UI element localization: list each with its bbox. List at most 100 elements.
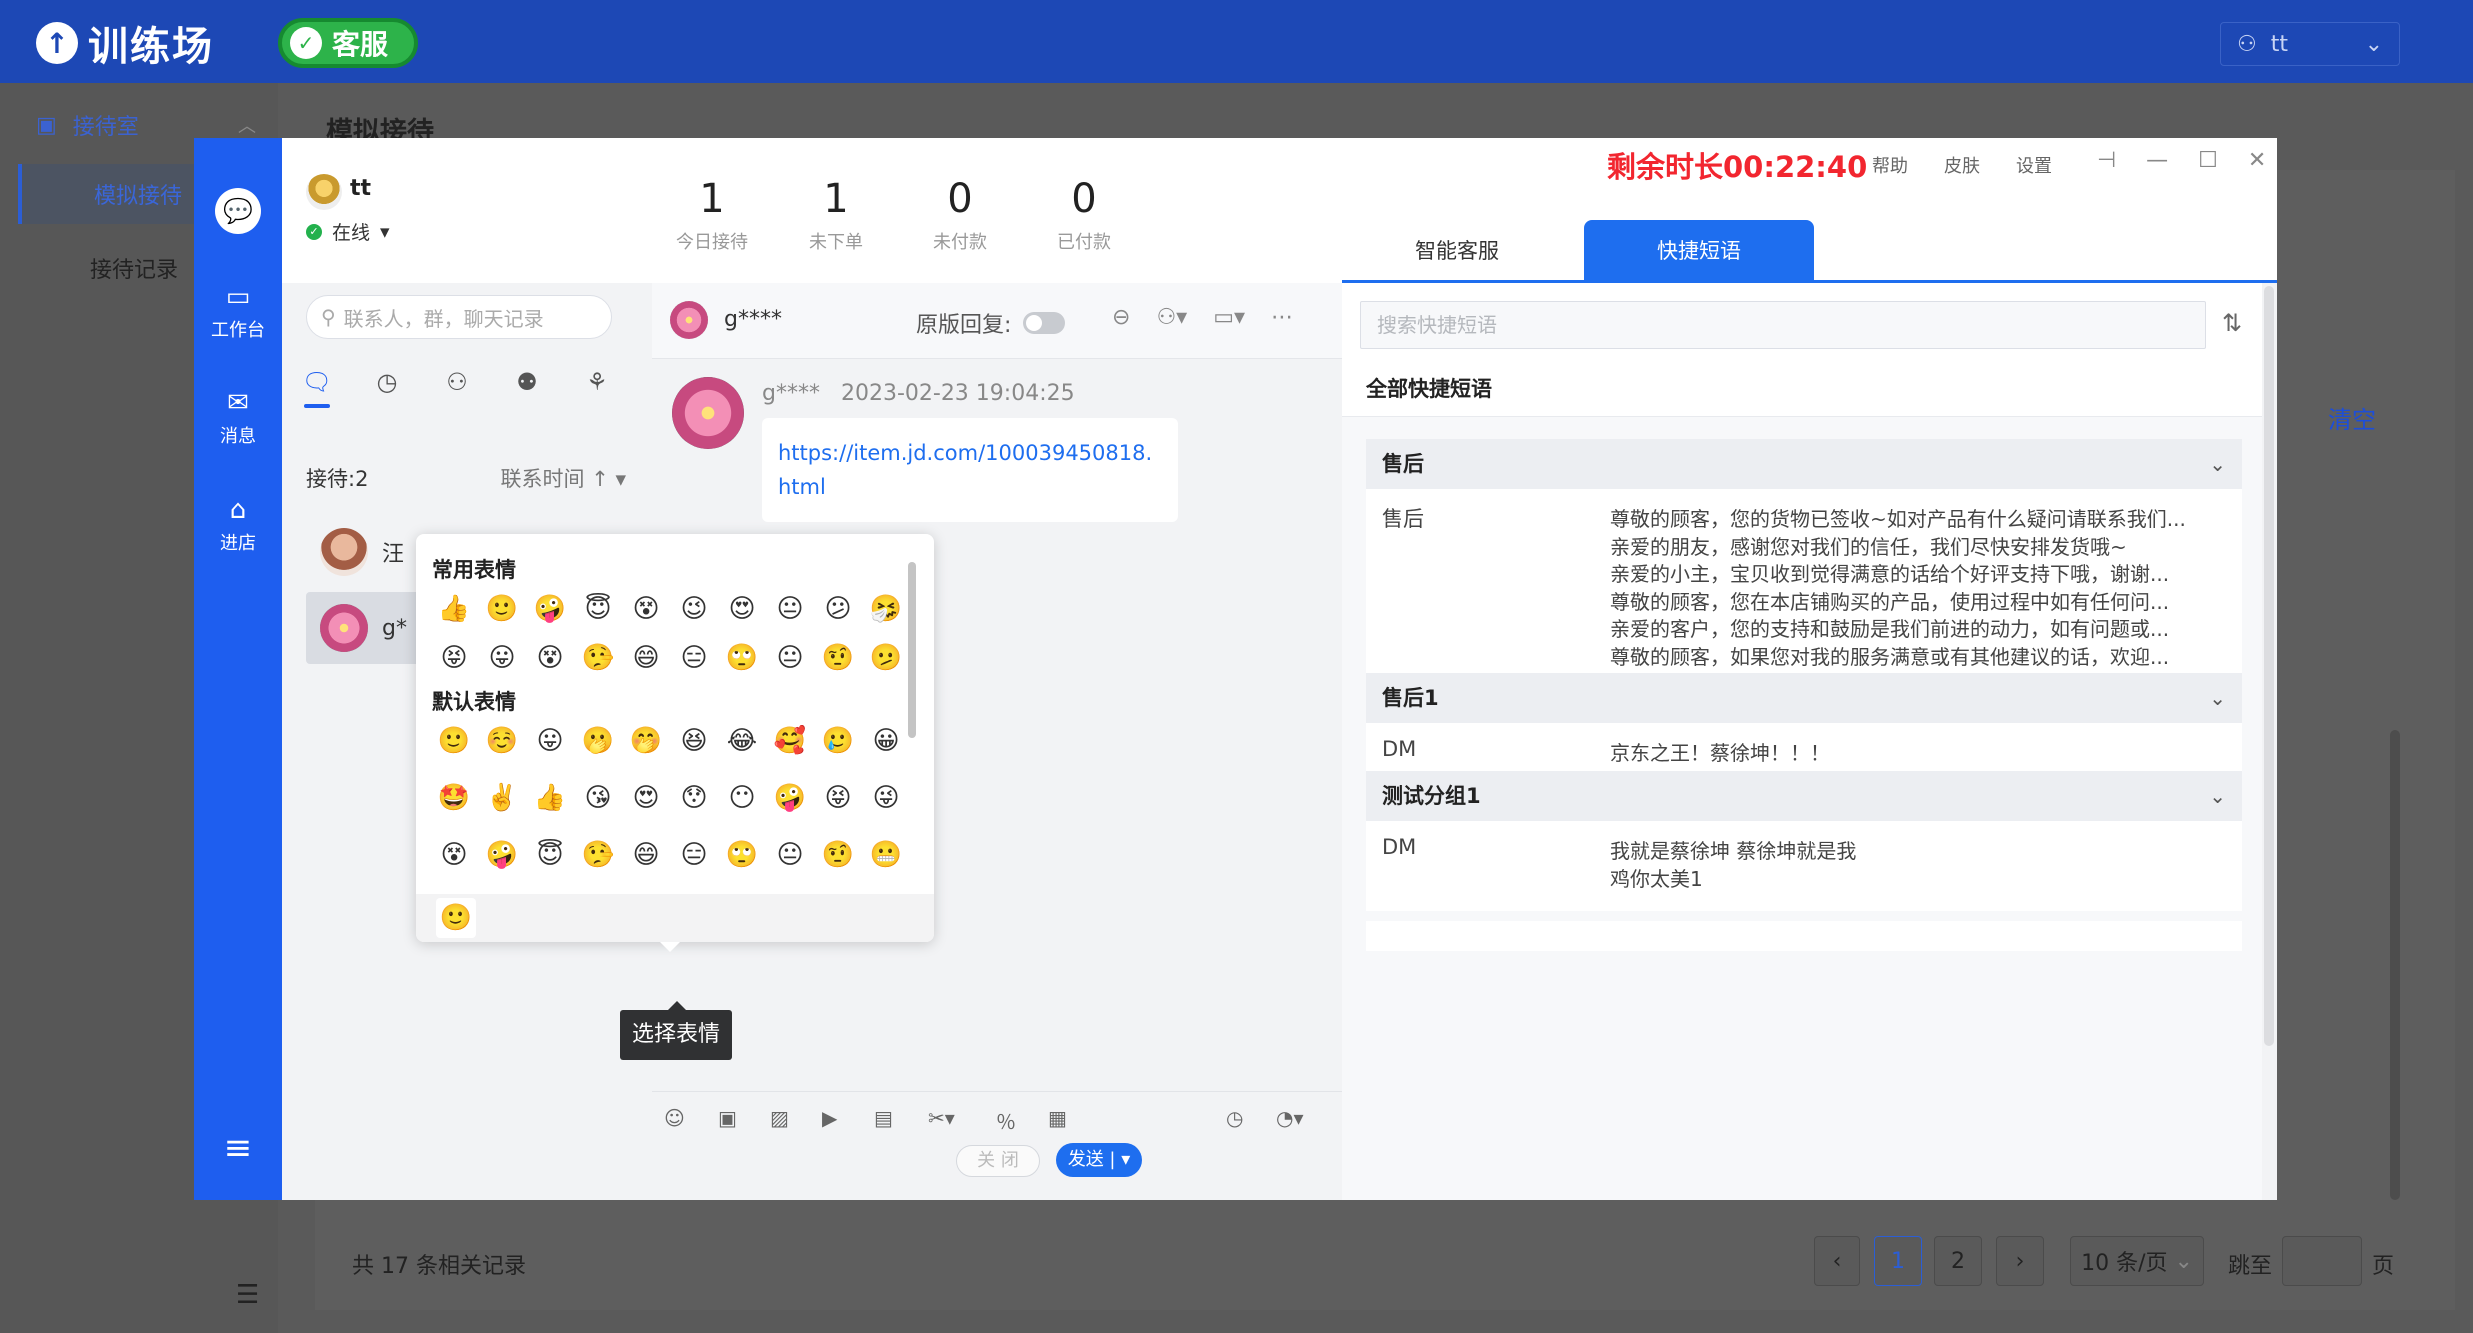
rail-item-messages[interactable]: ✉ 消息 xyxy=(194,388,282,448)
phrase-item[interactable]: 亲爱的客户，您的支持和鼓励是我们前进的动力，如有问题或... xyxy=(1610,613,2230,642)
emoji-item[interactable]: 👍 xyxy=(430,584,478,633)
emoji-item[interactable]: 😕 xyxy=(814,584,862,633)
emoji-item[interactable]: ✌️ xyxy=(478,773,526,822)
emoji-item[interactable]: 🤩 xyxy=(430,773,478,822)
emoji-item[interactable]: 🥰 xyxy=(766,716,814,765)
group-header[interactable]: 售后1 ⌄ xyxy=(1366,673,2242,723)
transfer-user-icon[interactable]: ⚇▾ xyxy=(1156,305,1187,330)
emoji-item[interactable]: 😉 xyxy=(670,584,718,633)
text-format-icon[interactable]: ▣ xyxy=(718,1106,737,1130)
minus-circle-icon[interactable]: ⊖ xyxy=(1112,305,1130,330)
clipboard-icon[interactable]: ▦ xyxy=(1048,1106,1067,1130)
help-link[interactable]: 帮助 xyxy=(1872,152,1908,178)
emoji-item[interactable]: 😇 xyxy=(526,831,574,880)
phrase-item[interactable]: 京东之王！蔡徐坤！！！ xyxy=(1610,737,2230,766)
emoji-item[interactable]: 😍 xyxy=(622,773,670,822)
emoji-item[interactable]: 😛 xyxy=(526,716,574,765)
collapse-menu-icon[interactable]: ☰ xyxy=(236,1280,259,1310)
emoji-item[interactable]: 😵 xyxy=(622,584,670,633)
group-tab-icon[interactable]: ⚉ xyxy=(492,362,562,412)
pin-icon[interactable]: ⊣ xyxy=(2097,148,2116,173)
phrase-scrollbar[interactable] xyxy=(2264,286,2274,1046)
group-header[interactable]: 测试分组1 ⌄ xyxy=(1366,771,2242,821)
history-tab-icon[interactable]: ◷ xyxy=(352,362,422,412)
close-button[interactable]: 关 闭 xyxy=(956,1145,1040,1177)
video-icon[interactable]: ▭▾ xyxy=(1213,305,1245,330)
tab-smart-service[interactable]: 智能客服 xyxy=(1342,220,1572,283)
phrase-item[interactable]: 亲爱的朋友，感谢您对我们的信任，我们尽快安排发货哦~ xyxy=(1610,531,2230,560)
close-icon[interactable]: ✕ xyxy=(2248,148,2266,173)
emoji-scrollbar[interactable] xyxy=(908,562,916,738)
emoji-item[interactable]: 😄 xyxy=(622,633,670,682)
status-dropdown[interactable]: ✓ 在线 ▾ xyxy=(306,218,390,245)
phrase-item[interactable]: 鸡你太美1 xyxy=(1610,863,2230,892)
phrase-item[interactable]: 亲爱的小主，宝贝收到觉得满意的话给个好评支持下哦，谢谢... xyxy=(1610,558,2230,587)
original-reply-toggle[interactable] xyxy=(1023,312,1066,334)
emoji-item[interactable]: 😜 xyxy=(862,773,910,822)
chat-tab-icon[interactable]: 🗨 xyxy=(282,362,352,412)
contact-search-input[interactable]: ⚲ 联系人，群，聊天记录 xyxy=(306,295,612,339)
emoji-item[interactable]: 😀 xyxy=(862,716,910,765)
video-play-icon[interactable]: ▶ xyxy=(822,1106,837,1130)
emoji-item[interactable]: 🫢 xyxy=(574,716,622,765)
scissors-icon[interactable]: ✂▾ xyxy=(928,1106,955,1130)
emoji-item[interactable]: 🤪 xyxy=(766,773,814,822)
jump-page-input[interactable] xyxy=(2282,1236,2362,1286)
emoji-icon[interactable]: ☺ xyxy=(664,1106,685,1130)
phrase-item[interactable]: 尊敬的顾客，如果您对我的服务满意或有其他建议的话，欢迎... xyxy=(1610,641,2230,670)
page-size-select[interactable]: 10 条/页 ⌄ xyxy=(2070,1236,2204,1286)
emoji-item[interactable]: 😐 xyxy=(766,584,814,633)
discount-icon[interactable]: ％ xyxy=(996,1106,1016,1135)
emoji-item[interactable]: 🤨 xyxy=(814,633,862,682)
emoji-item[interactable]: 😘 xyxy=(574,773,622,822)
emoji-item[interactable]: 😵 xyxy=(430,831,478,880)
emoji-item[interactable]: 🥲 xyxy=(814,716,862,765)
emoji-category-tab[interactable]: 🙂 xyxy=(436,898,476,938)
emoji-item[interactable]: 😵 xyxy=(526,633,574,682)
more-icon[interactable]: ⋯ xyxy=(1271,305,1293,330)
history-icon[interactable]: ◷ xyxy=(1226,1106,1243,1130)
emoji-item[interactable]: 😬 xyxy=(862,831,910,880)
schedule-icon[interactable]: ◔▾ xyxy=(1276,1106,1304,1130)
group-header[interactable]: 售后 ⌄ xyxy=(1366,439,2242,489)
emoji-item[interactable]: 😍 xyxy=(718,584,766,633)
emoji-item[interactable]: 😝 xyxy=(814,773,862,822)
sort-icon[interactable]: ⇅ xyxy=(2222,309,2242,337)
emoji-item[interactable]: 🤥 xyxy=(574,633,622,682)
page-button-1[interactable]: 1 xyxy=(1874,1236,1922,1286)
emoji-item[interactable]: 😶 xyxy=(718,773,766,822)
emoji-item[interactable]: 👍 xyxy=(526,773,574,822)
skin-link[interactable]: 皮肤 xyxy=(1944,152,1980,178)
emoji-item[interactable]: 🤥 xyxy=(574,831,622,880)
chat-bubble-icon[interactable]: 💬 xyxy=(215,188,261,234)
next-page-button[interactable]: › xyxy=(1996,1236,2044,1286)
emoji-item[interactable]: 🙄 xyxy=(718,831,766,880)
emoji-item[interactable]: 🫤 xyxy=(862,633,910,682)
emoji-item[interactable]: ☺️ xyxy=(478,716,526,765)
org-tab-icon[interactable]: ⚘ xyxy=(562,362,632,412)
emoji-item[interactable]: 🙂 xyxy=(430,716,478,765)
image-icon[interactable]: ▨ xyxy=(770,1106,789,1130)
emoji-item[interactable]: 😐 xyxy=(766,831,814,880)
emoji-item[interactable]: 😄 xyxy=(622,831,670,880)
emoji-item[interactable]: 🤪 xyxy=(526,584,574,633)
page-button-2[interactable]: 2 xyxy=(1934,1236,1982,1286)
emoji-item[interactable]: 🙂 xyxy=(478,584,526,633)
phrase-item[interactable]: 尊敬的顾客，您在本店铺购买的产品，使用过程中如有任何问... xyxy=(1610,586,2230,615)
phrase-item[interactable]: 尊敬的顾客，您的货物已签收~如对产品有什么疑问请联系我们... xyxy=(1610,503,2230,532)
prev-page-button[interactable]: ‹ xyxy=(1814,1236,1860,1286)
message-link[interactable]: https://item.jd.com/100039450818.html xyxy=(762,418,1178,522)
emoji-item[interactable]: 😂 xyxy=(718,716,766,765)
menu-icon[interactable]: ≡ xyxy=(194,1128,282,1168)
emoji-item[interactable]: 😑 xyxy=(670,633,718,682)
scrollbar[interactable] xyxy=(2390,730,2400,1200)
phrase-item[interactable]: 我就是蔡徐坤 蔡徐坤就是我 xyxy=(1610,835,2230,864)
contact-tab-icon[interactable]: ⚇ xyxy=(422,362,492,412)
settings-link[interactable]: 设置 xyxy=(2016,152,2052,178)
minimize-icon[interactable]: — xyxy=(2146,148,2168,173)
send-button[interactable]: 发送 | ▾ xyxy=(1056,1143,1142,1177)
emoji-item[interactable]: 😆 xyxy=(670,716,718,765)
rail-item-workbench[interactable]: ▭ 工作台 xyxy=(194,282,282,342)
emoji-item[interactable]: 😇 xyxy=(574,584,622,633)
tab-quick-phrases[interactable]: 快捷短语 xyxy=(1584,220,1814,283)
